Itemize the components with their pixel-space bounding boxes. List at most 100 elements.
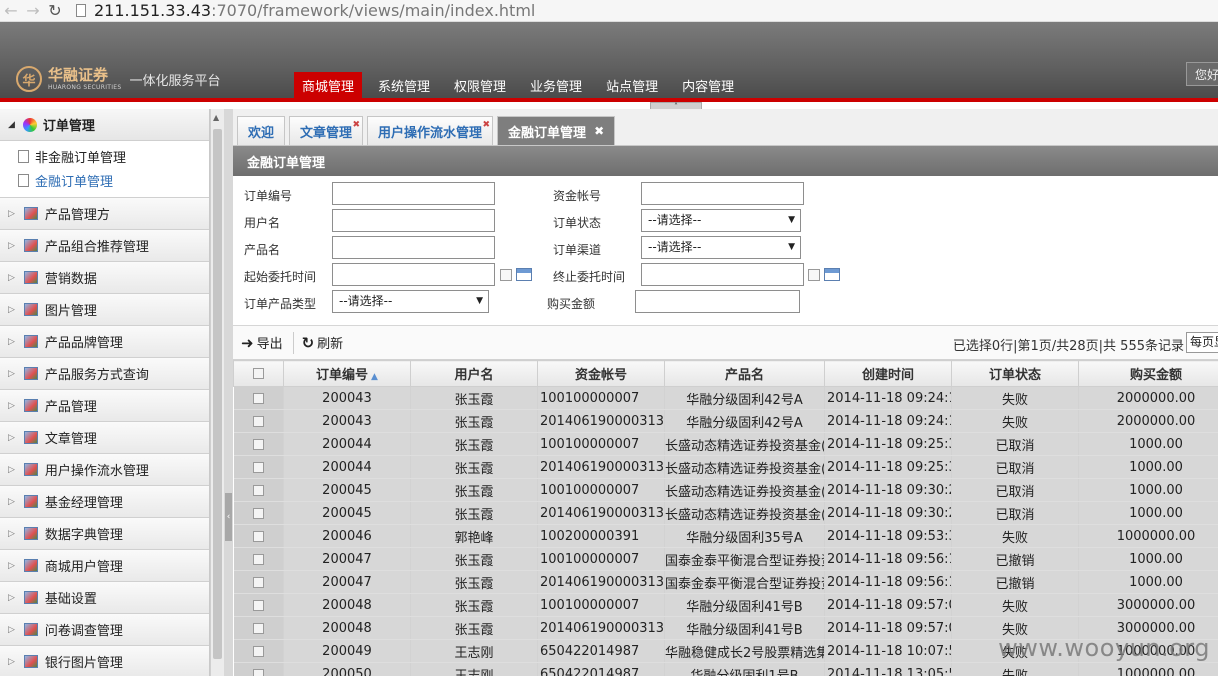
- select-all-checkbox[interactable]: [253, 368, 264, 379]
- sidebar-sub-item[interactable]: 非金融订单管理: [0, 144, 209, 168]
- browser-address-bar: ← → ↻ 211.151.33.43:7070/framework/views…: [0, 0, 1218, 22]
- scrollbar-thumb[interactable]: [213, 129, 222, 659]
- table-row[interactable]: 200046 郭艳峰 100200000391 华融分级固利35号A 2014-11-1…: [233, 524, 1218, 548]
- table-row[interactable]: 200047 张玉霞 201406190000313 国泰金泰平衡混合型证券投资 201…: [233, 570, 1218, 594]
- url-path: :7070/framework/views/main/index.html: [211, 1, 536, 20]
- product-name-input[interactable]: [332, 236, 495, 259]
- column-header[interactable]: 用户名: [410, 360, 538, 387]
- sidebar-item[interactable]: ▷ 产品管理: [0, 389, 209, 421]
- sidebar-item[interactable]: ▷ 产品品牌管理: [0, 325, 209, 357]
- row-checkbox[interactable]: [252, 461, 264, 473]
- table-row[interactable]: 200044 张玉霞 100100000007 长盛动态精选证券投资基金(后 2014-…: [233, 432, 1218, 456]
- sidebar-item[interactable]: ▷ 文章管理: [0, 421, 209, 453]
- table-row[interactable]: 200045 张玉霞 100100000007 长盛动态精选证券投资基金(后 2014-…: [233, 478, 1218, 502]
- column-header[interactable]: 订单编号 ▲: [283, 360, 411, 387]
- start-time-checkbox[interactable]: [500, 269, 512, 281]
- row-checkbox[interactable]: [252, 553, 264, 565]
- top-nav-item[interactable]: 内容管理: [674, 72, 742, 98]
- row-checkbox[interactable]: [252, 599, 264, 611]
- sidebar-sub-item[interactable]: 金融订单管理: [0, 168, 209, 192]
- sidebar-item[interactable]: ▷ 产品服务方式查询: [0, 357, 209, 389]
- column-header[interactable]: 资金帐号: [537, 360, 665, 387]
- table-row[interactable]: 200045 张玉霞 201406190000313 长盛动态精选证券投资基金(后 20…: [233, 501, 1218, 525]
- close-icon[interactable]: ✖: [483, 120, 491, 130]
- sidebar-item[interactable]: ▷ 银行图片管理: [0, 645, 209, 676]
- column-header[interactable]: 订单状态: [951, 360, 1079, 387]
- start-time-input[interactable]: [332, 263, 495, 286]
- calendar-icon[interactable]: [824, 268, 840, 281]
- row-select-cell: [233, 524, 284, 548]
- table-row[interactable]: 200044 张玉霞 201406190000313 长盛动态精选证券投资基金(后 20…: [233, 455, 1218, 479]
- top-nav-item[interactable]: 权限管理: [446, 72, 514, 98]
- table-cell: 1000.00: [1078, 570, 1218, 594]
- row-checkbox[interactable]: [252, 668, 264, 676]
- end-time-input[interactable]: [641, 263, 804, 286]
- order-status-label: 订单状态: [553, 216, 602, 230]
- row-checkbox[interactable]: [252, 530, 264, 542]
- top-nav-item[interactable]: 站点管理: [598, 72, 666, 98]
- order-no-input[interactable]: [332, 182, 495, 205]
- page-size-select[interactable]: 每页显示: [1186, 332, 1218, 353]
- top-nav-item[interactable]: 业务管理: [522, 72, 590, 98]
- sidebar-item[interactable]: ▷ 数据字典管理: [0, 517, 209, 549]
- reload-icon[interactable]: ↻: [44, 0, 66, 22]
- row-checkbox[interactable]: [252, 507, 264, 519]
- column-header[interactable]: 产品名: [664, 360, 825, 387]
- sidebar-module-list: ▷ 产品管理方 ▷ 产品组合推荐管理 ▷ 营销数据 ▷ 图片管理 ▷ 产品品牌管理 ▷ 产品服务方式查…: [0, 197, 209, 676]
- tab[interactable]: 文章管理 ✖: [289, 116, 364, 145]
- order-table: 订单编号 ▲ 用户名 资金帐号 产品名 创建时间 订单状态 购买金额 200043 张玉霞 100…: [233, 360, 1218, 676]
- sidebar-group-order-management[interactable]: ◢ 订单管理: [0, 109, 209, 141]
- sidebar-item[interactable]: ▷ 图片管理: [0, 293, 209, 325]
- row-checkbox[interactable]: [252, 484, 264, 496]
- sidebar-item[interactable]: ▷ 用户操作流水管理: [0, 453, 209, 485]
- sidebar-item[interactable]: ▷ 商城用户管理: [0, 549, 209, 581]
- sidebar-item[interactable]: ▷ 营销数据: [0, 261, 209, 293]
- collapse-sidebar-grip-icon[interactable]: ‹: [225, 493, 232, 541]
- table-cell: 华融分级固利35号A: [664, 524, 825, 548]
- top-nav-item[interactable]: 商城管理: [294, 72, 363, 98]
- back-arrow-icon[interactable]: ←: [0, 0, 22, 22]
- end-time-checkbox[interactable]: [808, 269, 820, 281]
- sort-ascending-icon[interactable]: ▲: [371, 372, 378, 382]
- sidebar-item[interactable]: ▷ 基础设置: [0, 581, 209, 613]
- sidebar-splitter[interactable]: ‹: [224, 109, 233, 676]
- close-icon[interactable]: ✖: [352, 120, 360, 130]
- order-channel-select[interactable]: --请选择-- ▼: [641, 236, 801, 259]
- forward-arrow-icon[interactable]: →: [22, 0, 44, 22]
- top-nav-item[interactable]: 系统管理: [370, 72, 438, 98]
- url-field[interactable]: 211.151.33.43:7070/framework/views/main/…: [76, 1, 535, 20]
- tab[interactable]: 用户操作流水管理 ✖: [367, 116, 494, 145]
- export-button[interactable]: ➜ 导出: [241, 333, 291, 353]
- row-checkbox[interactable]: [252, 622, 264, 634]
- fund-account-input[interactable]: [641, 182, 804, 205]
- row-checkbox[interactable]: [252, 392, 264, 404]
- row-checkbox[interactable]: [252, 576, 264, 588]
- sidebar-item[interactable]: ▷ 问卷调查管理: [0, 613, 209, 645]
- table-row[interactable]: 200043 张玉霞 100100000007 华融分级固利42号A 2014-11-1…: [233, 386, 1218, 410]
- product-type-select[interactable]: --请选择-- ▼: [332, 290, 489, 313]
- table-row[interactable]: 200047 张玉霞 100100000007 国泰金泰平衡混合型证券投资 2014-1…: [233, 547, 1218, 571]
- tab[interactable]: 欢迎: [237, 116, 286, 145]
- table-row[interactable]: 200050 王志刚 650422014987 华融分级固利1号B 2014-11-18…: [233, 662, 1218, 676]
- sidebar-item[interactable]: ▷ 产品组合推荐管理: [0, 229, 209, 261]
- calendar-icon[interactable]: [516, 268, 532, 281]
- row-checkbox[interactable]: [252, 438, 264, 450]
- row-checkbox[interactable]: [252, 415, 264, 427]
- refresh-button[interactable]: ↻ 刷新: [302, 333, 352, 353]
- column-header[interactable]: 创建时间: [824, 360, 952, 387]
- tab[interactable]: 金融订单管理 ✖: [497, 116, 616, 145]
- row-checkbox[interactable]: [252, 645, 264, 657]
- table-row[interactable]: 200043 张玉霞 201406190000313 华融分级固利42号A 2014-1…: [233, 409, 1218, 433]
- sidebar-item[interactable]: ▷ 基金经理管理: [0, 485, 209, 517]
- user-greeting-button[interactable]: 您好: [1186, 62, 1218, 86]
- username-input[interactable]: [332, 209, 495, 232]
- column-header[interactable]: 购买金额: [1078, 360, 1218, 387]
- sidebar-scrollbar[interactable]: ▲: [210, 109, 224, 676]
- table-cell: 200043: [283, 386, 411, 410]
- close-icon[interactable]: ✖: [594, 124, 604, 138]
- amount-input[interactable]: [635, 290, 800, 313]
- order-status-select[interactable]: --请选择-- ▼: [641, 209, 801, 232]
- sidebar-item[interactable]: ▷ 产品管理方: [0, 197, 209, 229]
- table-row[interactable]: 200048 张玉霞 100100000007 华融分级固利41号B 2014-11-1…: [233, 593, 1218, 617]
- scroll-up-arrow-icon[interactable]: ▲: [213, 113, 219, 122]
